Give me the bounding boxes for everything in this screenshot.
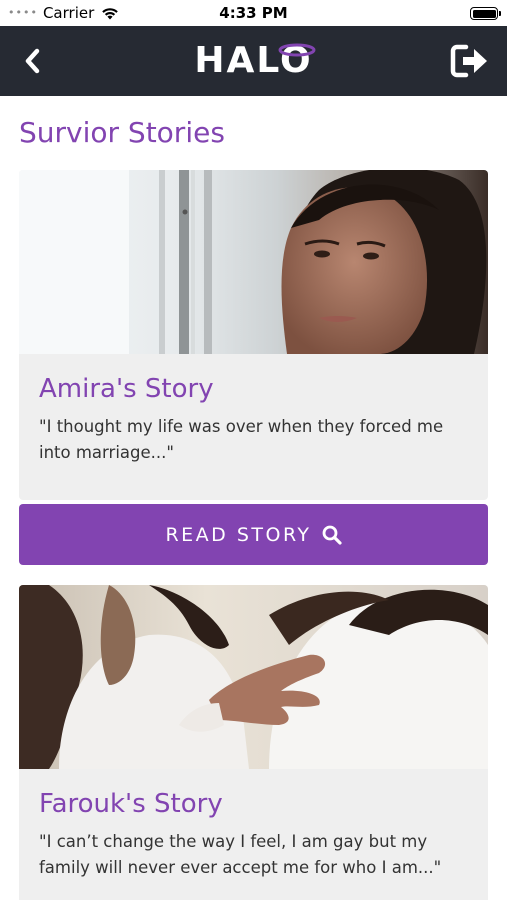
- page-title: Survior Stories: [19, 116, 225, 149]
- sign-out-icon: [450, 44, 487, 78]
- halo-logo: HALO: [0, 38, 507, 84]
- story-title: Farouk's Story: [39, 789, 223, 819]
- story-title: Amira's Story: [39, 374, 214, 404]
- status-bar: •••• Carrier 4:33 PM: [0, 0, 507, 26]
- story-card: Amira's Story "I thought my life was ove…: [19, 170, 488, 500]
- story-image: [19, 170, 488, 354]
- status-time: 4:33 PM: [219, 4, 288, 22]
- comforting-hand-photo: [19, 585, 488, 769]
- battery-icon: [470, 7, 501, 20]
- search-icon: [322, 525, 342, 545]
- read-story-label: READ STORY: [165, 523, 312, 546]
- read-story-button[interactable]: READ STORY: [19, 504, 488, 565]
- battery-level: [472, 9, 496, 18]
- halo-ring-icon: [278, 43, 316, 57]
- nav-bar: HALO: [0, 26, 507, 96]
- story-card: Farouk's Story "I can’t change the way I…: [19, 585, 488, 900]
- story-quote: "I thought my life was over when they fo…: [39, 417, 444, 462]
- logout-button[interactable]: [449, 42, 491, 80]
- woman-portrait-photo: [19, 170, 488, 354]
- story-image: [19, 585, 488, 769]
- story-quote: "I can’t change the way I feel, I am gay…: [39, 832, 442, 877]
